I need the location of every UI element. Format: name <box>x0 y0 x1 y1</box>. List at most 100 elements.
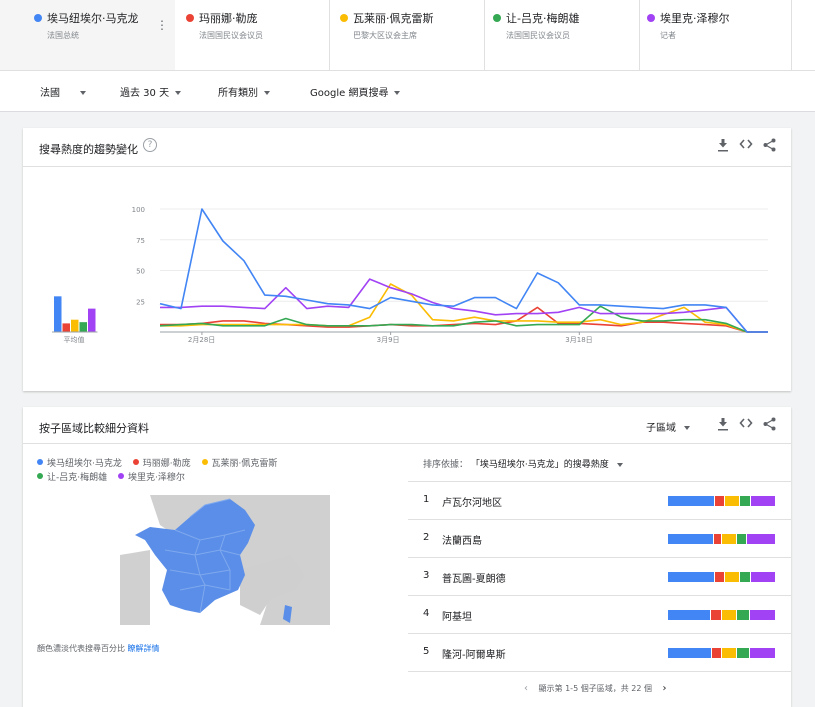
share-segment <box>668 572 715 582</box>
share-icon[interactable] <box>763 417 776 434</box>
term-subtitle: 记者 <box>660 31 676 40</box>
region-name: 卢瓦尔河地区 <box>442 498 502 509</box>
resolution-label: 子區域 <box>646 423 676 434</box>
category-filter-label: 所有類別 <box>218 88 258 99</box>
term-name: 玛丽娜·勒庞 <box>199 12 258 25</box>
legend-label: 让-吕克·梅朗雄 <box>47 473 108 483</box>
term-color-dot <box>493 14 501 22</box>
share-segment <box>721 610 736 620</box>
filter-bar: 法國 過去 30 天 所有類別 Google 網頁搜尋 <box>0 70 815 112</box>
more-options-icon[interactable]: ⋮ <box>156 18 168 32</box>
pagination-text: 顯示第 1-5 個子區域，共 22 個 <box>538 684 652 693</box>
card-toolbar <box>717 138 777 154</box>
france-region-map[interactable] <box>120 495 330 625</box>
legend-item: 埃里克·泽穆尔 <box>117 471 185 485</box>
term-name: 让-吕克·梅朗雄 <box>506 12 580 25</box>
region-name: 阿基坦 <box>442 612 472 623</box>
share-stacked-bar <box>668 610 775 620</box>
share-segment <box>668 610 711 620</box>
legend-dot <box>201 459 208 465</box>
resolution-dropdown[interactable]: 子區域 <box>646 419 690 434</box>
region-name: 普瓦圖-夏朗德 <box>442 574 506 585</box>
average-bar <box>88 308 96 332</box>
term-item-4[interactable]: 让-吕克·梅朗雄 法国国民议会议员 <box>485 0 640 70</box>
legend-label: 埃里克·泽穆尔 <box>127 473 185 483</box>
card-divider <box>23 443 791 444</box>
term-separator <box>639 0 640 70</box>
embed-code-icon[interactable] <box>739 137 753 154</box>
term-subtitle: 巴黎大区议会主席 <box>353 31 417 40</box>
list-item[interactable]: 2 法蘭西島 <box>408 519 791 557</box>
term-separator <box>791 0 792 70</box>
average-label: 平均值 <box>64 335 85 344</box>
term-item-5[interactable]: 埃里克·泽穆尔 记者 <box>640 0 792 70</box>
list-divider <box>408 671 791 672</box>
region-filter-label: 法國 <box>40 88 60 99</box>
list-item[interactable]: 1 卢瓦尔河地区 <box>408 481 791 519</box>
share-segment <box>668 648 712 658</box>
share-stacked-bar <box>668 534 776 544</box>
share-segment <box>721 648 736 658</box>
time-filter-label: 過去 30 天 <box>120 88 170 99</box>
next-page-icon[interactable]: › <box>663 683 667 694</box>
list-item[interactable]: 5 隆河-阿爾卑斯 <box>408 633 791 671</box>
card-divider <box>23 166 791 167</box>
category-filter[interactable]: 所有類別 <box>218 84 270 99</box>
share-segment <box>714 534 721 544</box>
trend-line-chart: 100 75 50 25 2月28日 3月9日 3月18日 平均值 <box>52 206 768 344</box>
y-tick-label: 25 <box>136 298 145 306</box>
term-item-1[interactable]: 埃马纽埃尔·马克龙 法国总统 ⋮ <box>0 0 175 70</box>
list-item[interactable]: 3 普瓦圖-夏朗德 <box>408 557 791 595</box>
region-filter[interactable]: 法國 <box>40 84 86 99</box>
term-color-dot <box>186 14 194 22</box>
rank-number: 5 <box>423 646 430 657</box>
term-subtitle: 法国国民议会议员 <box>199 31 263 40</box>
share-stacked-bar <box>668 496 776 506</box>
x-tick-label: 3月9日 <box>377 336 400 344</box>
share-segment <box>715 572 724 582</box>
legend-item: 让-吕克·梅朗雄 <box>37 471 107 485</box>
share-segment <box>740 572 751 582</box>
legend-label: 玛丽娜·勒庞 <box>142 459 191 469</box>
help-icon[interactable]: ? <box>143 138 157 152</box>
sort-label: 排序依據： <box>423 460 469 470</box>
interest-over-time-card: 搜尋熱度的趨勢變化 ? 100 75 50 25 2月28日 3月9日 3月18日 平均值 <box>23 128 791 391</box>
download-icon[interactable] <box>717 417 729 434</box>
term-name: 瓦莱丽·佩克雷斯 <box>353 12 434 25</box>
term-subtitle: 法国国民议会议员 <box>506 31 570 40</box>
time-filter[interactable]: 過去 30 天 <box>120 84 182 99</box>
legend-item: 瓦莱丽·佩克雷斯 <box>201 457 277 471</box>
share-segment <box>724 572 740 582</box>
subregion-breakdown-card: 按子區域比較細分資料 子區域 埃马纽埃尔·马克龙 玛丽娜·勒庞 瓦莱丽·佩克雷斯… <box>23 407 791 707</box>
legend-label: 埃马纽埃尔·马克龙 <box>47 459 122 469</box>
map-footnote: 顏色濃淡代表搜尋百分比 瞭解詳情 <box>37 643 160 654</box>
region-name: 隆河-阿爾卑斯 <box>442 650 506 661</box>
rank-number: 1 <box>423 494 430 505</box>
term-separator <box>484 0 485 70</box>
average-bar <box>71 319 79 332</box>
share-segment <box>740 496 751 506</box>
term-item-3[interactable]: 瓦莱丽·佩克雷斯 巴黎大区议会主席 <box>330 0 485 70</box>
learn-more-link[interactable]: 瞭解詳情 <box>128 644 160 653</box>
share-segment <box>715 496 724 506</box>
share-segment <box>736 648 750 658</box>
x-tick-label: 2月28日 <box>188 336 215 344</box>
list-item[interactable]: 4 阿基坦 <box>408 595 791 633</box>
sort-selector[interactable]: 排序依據： 「埃马纽埃尔·马克龙」的搜尋熱度 <box>423 457 623 470</box>
y-tick-label: 50 <box>136 268 145 276</box>
embed-code-icon[interactable] <box>739 416 753 433</box>
term-subtitle: 法国总统 <box>47 31 79 40</box>
term-color-dot <box>34 14 42 22</box>
card-title: 按子區域比較細分資料 <box>39 422 149 435</box>
share-icon[interactable] <box>763 138 776 155</box>
download-icon[interactable] <box>717 138 729 155</box>
search-type-filter[interactable]: Google 網頁搜尋 <box>310 84 401 99</box>
share-stacked-bar <box>668 572 776 582</box>
legend-dot <box>37 459 43 465</box>
compare-terms-bar: 埃马纽埃尔·马克龙 法国总统 ⋮ 玛丽娜·勒庞 法国国民议会议员 瓦莱丽·佩克雷… <box>0 0 815 70</box>
x-tick-label: 3月18日 <box>565 336 592 344</box>
prev-page-icon[interactable]: ‹ <box>524 683 528 694</box>
y-tick-label: 75 <box>136 237 145 245</box>
card-toolbar <box>717 417 777 433</box>
term-item-2[interactable]: 玛丽娜·勒庞 法国国民议会议员 <box>175 0 330 70</box>
